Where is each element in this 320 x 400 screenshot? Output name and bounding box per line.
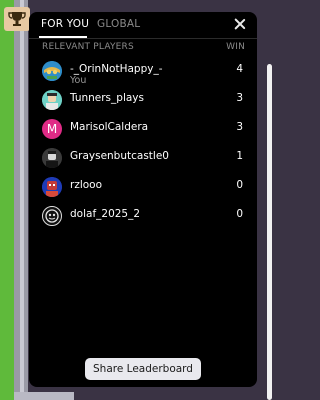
player-wins: 3 <box>236 121 243 133</box>
share-leaderboard-button[interactable]: Share Leaderboard <box>85 358 201 380</box>
background-floor <box>14 392 74 400</box>
player-row[interactable]: M MarisolCaldera 3 <box>29 117 257 141</box>
player-wins: 4 <box>236 63 243 75</box>
player-wins: 3 <box>236 92 243 104</box>
avatar <box>42 177 62 197</box>
background-grass <box>0 0 14 400</box>
player-name: -_OrinNotHappy_- <box>70 63 163 75</box>
player-name: rzlooo <box>70 179 103 191</box>
tab-for-you[interactable]: FOR YOU <box>41 18 89 30</box>
avatar <box>42 90 62 110</box>
scrollbar-thumb[interactable] <box>267 64 272 400</box>
trophy-icon[interactable] <box>4 7 30 31</box>
avatar <box>42 206 62 226</box>
win-header: WIN <box>226 42 245 52</box>
avatar: M <box>42 119 62 139</box>
player-row[interactable]: Tunners_plays 3 <box>29 88 257 112</box>
background-wall-highlight <box>20 0 24 400</box>
relevant-players-header: RELEVANT PLAYERS <box>42 42 134 52</box>
avatar <box>42 148 62 168</box>
close-icon[interactable] <box>233 17 247 31</box>
player-you-label: You <box>70 75 87 86</box>
player-name: Graysenbutcastle0 <box>70 150 169 162</box>
player-wins: 0 <box>236 179 243 191</box>
player-row[interactable]: rzlooo 0 <box>29 175 257 199</box>
player-row[interactable]: Graysenbutcastle0 1 <box>29 146 257 170</box>
player-name: dolaf_2025_2 <box>70 208 141 220</box>
player-name: Tunners_plays <box>70 92 144 104</box>
avatar <box>42 61 62 81</box>
player-wins: 0 <box>236 208 243 220</box>
player-wins: 1 <box>236 150 243 162</box>
player-row[interactable]: -_OrinNotHappy_- You 4 <box>29 59 257 86</box>
player-row[interactable]: dolaf_2025_2 0 <box>29 204 257 228</box>
player-name: MarisolCaldera <box>70 121 149 133</box>
leaderboard-panel: FOR YOU GLOBAL RELEVANT PLAYERS WIN -_Or… <box>29 12 257 387</box>
tab-bar: FOR YOU GLOBAL <box>29 12 257 39</box>
active-tab-indicator <box>39 36 87 38</box>
tab-global[interactable]: GLOBAL <box>97 18 140 30</box>
background-right <box>258 0 286 400</box>
